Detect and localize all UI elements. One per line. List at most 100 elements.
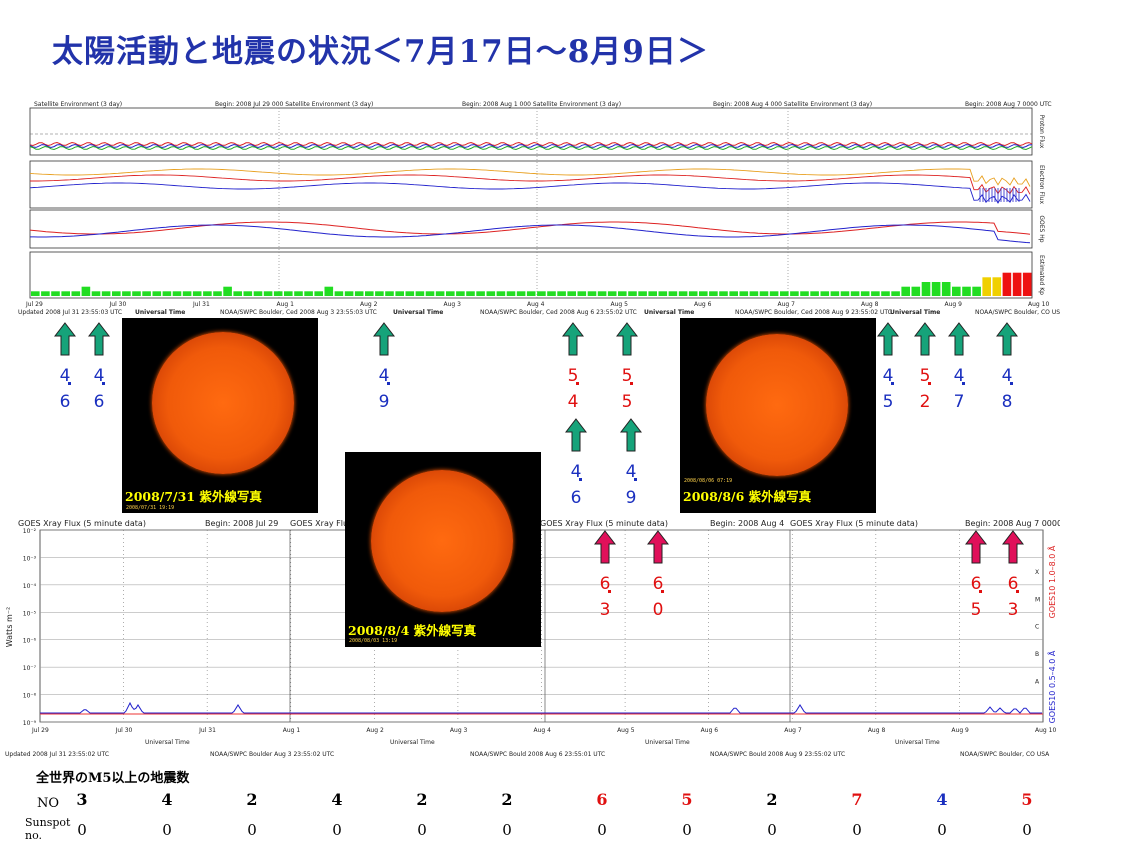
sunspot-cell: 0 <box>682 821 692 839</box>
sun-caption: 2008/7/31 紫外線写真 <box>125 489 262 504</box>
kp-bar <box>780 291 789 296</box>
kp-bar <box>344 291 354 296</box>
y-tick: 10⁻³ <box>23 555 37 562</box>
kp-bar <box>446 291 455 296</box>
axis-label: Estimated Kp <box>1038 255 1045 295</box>
kp-bar <box>132 291 141 296</box>
panel-frame <box>29 160 1033 209</box>
class-label: X <box>1035 569 1039 576</box>
date-tick: Aug 3 <box>444 301 462 308</box>
date-tick: Aug 9 <box>945 301 963 308</box>
kp-bar <box>759 291 769 296</box>
decimal-dot <box>576 382 579 385</box>
date-tick: Jul 30 <box>115 727 133 734</box>
arrow-up-icon <box>564 418 588 452</box>
kp-bar <box>435 291 445 296</box>
sunspot-cell: 0 <box>332 821 342 839</box>
quake-count-cell: 2 <box>416 790 428 809</box>
kp-bar <box>466 291 475 296</box>
kp-bar <box>648 291 657 296</box>
arrow-up-icon <box>615 322 639 356</box>
arrow-up-icon <box>947 322 971 360</box>
kp-bar <box>203 291 212 296</box>
kp-bar <box>61 291 70 296</box>
decimal-dot <box>630 382 633 385</box>
kp-bar <box>233 291 242 296</box>
arrow-up-icon <box>876 322 900 360</box>
decimal-dot <box>1016 590 1019 593</box>
sun-image-0804: 2008/08/03 13:19 2008/8/4 紫外線写真 <box>345 452 541 647</box>
magnitude-label: 49 <box>369 368 399 420</box>
arrow-up-icon <box>913 322 937 360</box>
decimal-dot <box>928 382 931 385</box>
quake-count-cell: 2 <box>246 790 258 809</box>
kp-bar <box>192 291 202 296</box>
magnitude-dec: 6 <box>570 488 582 508</box>
magnitude-int: 4 <box>59 366 71 386</box>
kp-bar <box>567 291 576 296</box>
kp-bar <box>699 291 708 296</box>
date-tick: Jul 29 <box>25 301 43 308</box>
kp-bar <box>881 291 890 296</box>
kp-bar <box>769 291 779 296</box>
kp-bar <box>607 291 617 296</box>
arrow-up-icon <box>593 530 617 564</box>
footer-text: NOAA/SWPC Boulder, Ced 2008 Aug 9 23:55:… <box>735 309 892 316</box>
magnitude-int: 6 <box>1007 574 1019 594</box>
magnitude-int: 5 <box>567 366 579 386</box>
kp-bar <box>628 291 637 296</box>
footer-text: NOAA/SWPC Bould 2008 Aug 9 23:55:02 UTC <box>710 751 845 758</box>
sunspot-cell: 0 <box>767 821 777 839</box>
panel-header: Satellite Environment (3 day) <box>34 101 122 108</box>
panel-header: Begin: 2008 Aug 4 000 Satellite Environm… <box>713 101 872 108</box>
magnitude-label: 48 <box>992 368 1022 420</box>
date-tick: Aug 1 <box>283 727 301 734</box>
sun-stamp: 2008/08/06 07:19 <box>684 478 733 484</box>
arrow-up-icon <box>646 530 670 564</box>
y-tick: 10⁻⁷ <box>23 665 37 672</box>
magnitude-label: 46 <box>50 368 80 420</box>
panel-header: Begin: 2008 Jul 29 000 Satellite Environ… <box>215 101 373 108</box>
class-label: C <box>1035 624 1039 631</box>
arrow-up-icon <box>564 418 588 456</box>
kp-bar <box>911 286 921 296</box>
sun-image-0731: 2008/07/31 19:19 2008/7/31 紫外線写真 <box>122 318 318 513</box>
kp-bar <box>253 291 263 296</box>
date-tick: Jul 29 <box>31 727 49 734</box>
date-tick: Aug 3 <box>450 727 468 734</box>
kp-bar <box>496 291 506 296</box>
kp-bar <box>941 282 951 296</box>
magnitude-dec: 5 <box>621 392 633 412</box>
kp-bar <box>71 291 81 296</box>
kp-bar <box>982 277 991 296</box>
decimal-dot <box>608 590 611 593</box>
kp-bar <box>142 291 151 296</box>
sunspot-cell: 0 <box>247 821 257 839</box>
arrow-up-icon <box>995 322 1019 356</box>
sun-caption: 2008/8/4 紫外線写真 <box>348 623 477 638</box>
xray-begin: Begin: 2008 Aug 4 <box>710 519 784 528</box>
arrow-up-icon <box>876 322 900 356</box>
kp-bar <box>962 286 971 296</box>
kp-bar <box>537 291 546 296</box>
magnitude-int: 4 <box>93 366 105 386</box>
kp-bar <box>1012 272 1022 296</box>
magnitude-label: 54 <box>558 368 588 420</box>
kp-bar <box>263 291 273 296</box>
y-tick: 10⁻⁸ <box>23 693 37 700</box>
kp-bar <box>800 291 809 296</box>
arrow-up-icon <box>561 322 585 360</box>
kp-bar <box>840 291 850 296</box>
panel-frame <box>29 209 1033 249</box>
magnitude-label: 55 <box>612 368 642 420</box>
y-tick: 10⁻⁹ <box>23 720 37 727</box>
decimal-dot <box>579 478 582 481</box>
kp-bar <box>31 291 40 296</box>
kp-bar <box>871 291 880 296</box>
magnitude-dec: 0 <box>652 600 664 620</box>
arrow-up-icon <box>87 322 111 356</box>
row-label-sunspot: Sunspot no. <box>25 816 71 842</box>
quake-count-cell: 4 <box>161 790 173 809</box>
magnitude-dec: 6 <box>93 392 105 412</box>
kp-bar <box>486 291 496 296</box>
